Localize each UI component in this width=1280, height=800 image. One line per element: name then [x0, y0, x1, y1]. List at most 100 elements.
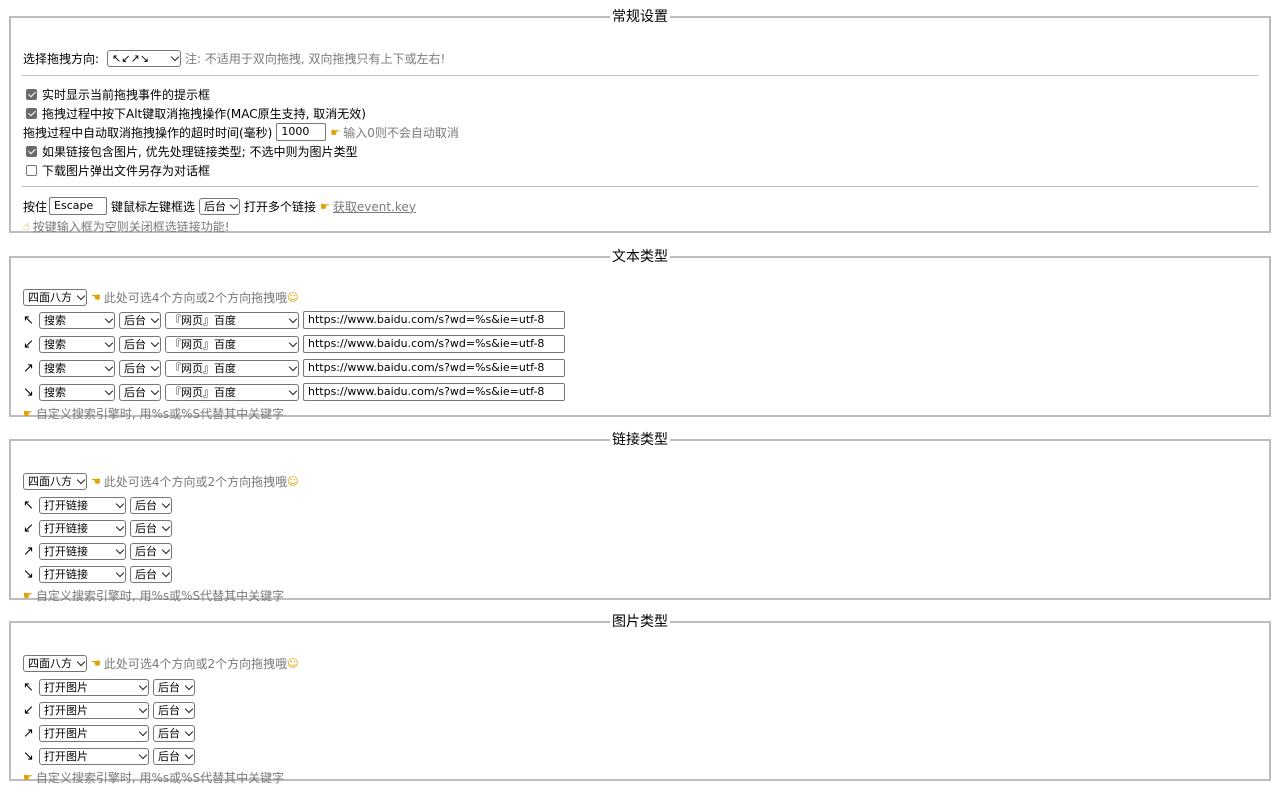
chevron-down-icon — [115, 568, 125, 577]
chevron-down-icon — [288, 362, 298, 371]
link-target-select[interactable]: 后台 — [130, 565, 172, 583]
opt-link-image-row[interactable]: 如果链接包含图片, 优先处理链接类型; 不选中则为图片类型 — [23, 142, 358, 160]
show-tip-label: 实时显示当前拖拽事件的提示框 — [42, 87, 211, 102]
text-mode-select[interactable]: 四面八方 — [23, 288, 87, 306]
hold-key-input[interactable]: Escape — [49, 197, 108, 215]
finger-up-icon: ☝ — [23, 219, 30, 233]
arrow-up-right-icon: ↗ — [23, 725, 34, 741]
pointing-hand-icon: ☚ — [91, 656, 101, 670]
link-mode-select[interactable]: 四面八方 — [23, 472, 87, 490]
image-action-select[interactable]: 打开图片 — [39, 701, 149, 719]
text-action-select[interactable]: 搜索 — [39, 335, 115, 353]
timeout-input[interactable]: 1000 — [276, 123, 327, 141]
hold-key-row: 按住 Escape 键鼠标左键框选 后台 打开多个链接 ☛ 获取event.ke… — [23, 197, 416, 215]
chevron-down-icon — [150, 314, 160, 323]
chevron-down-icon — [138, 727, 148, 736]
arrow-up-left-icon: ↖ — [23, 312, 34, 328]
text-row: ↗ 搜索 后台 『网页』百度 https://www.baidu.com/s?w… — [23, 359, 569, 377]
text-action-select[interactable]: 搜索 — [39, 359, 115, 377]
hold-note-row: ☝ 按键输入框为空则关闭框选链接功能! — [23, 217, 230, 235]
timeout-label: 拖拽过程中自动取消拖拽操作的超时时间(毫秒) — [23, 125, 273, 140]
text-engine-value: 『网页』百度 — [170, 337, 236, 351]
link-target-select[interactable]: 后台 — [130, 496, 172, 514]
text-target-value: 后台 — [124, 337, 146, 351]
text-action-value: 搜索 — [44, 337, 66, 351]
text-engine-select[interactable]: 『网页』百度 — [165, 383, 299, 401]
text-url-input[interactable]: https://www.baidu.com/s?wd=%s&ie=utf-8 — [303, 383, 565, 401]
link-footer-row: ☛ 自定义搜索引擎时, 用%s或%S代替其中关键字 — [23, 586, 284, 604]
pointing-hand-icon: ☚ — [91, 474, 101, 488]
direction-select[interactable]: ↖↙↗↘ — [107, 49, 182, 67]
text-action-value: 搜索 — [44, 313, 66, 327]
pointing-hand-icon: ☚ — [91, 290, 101, 304]
image-target-select[interactable]: 后台 — [153, 678, 195, 696]
chevron-down-icon — [184, 727, 194, 736]
link-target-select[interactable]: 后台 — [130, 542, 172, 560]
chevron-down-icon — [161, 522, 171, 531]
pointing-hand-icon: ☛ — [23, 588, 33, 602]
divider — [22, 75, 1258, 76]
show-tip-checkbox[interactable] — [26, 88, 37, 100]
text-url-input[interactable]: https://www.baidu.com/s?wd=%s&ie=utf-8 — [303, 311, 565, 329]
text-target-select[interactable]: 后台 — [119, 311, 161, 329]
text-target-value: 后台 — [124, 361, 146, 375]
hold-target-value: 后台 — [204, 199, 227, 213]
image-target-value: 后台 — [158, 749, 180, 763]
link-footer-note: 自定义搜索引擎时, 用%s或%S代替其中关键字 — [35, 588, 285, 603]
arrow-up-right-icon: ↗ — [23, 543, 34, 559]
image-type-legend: 图片类型 — [612, 614, 668, 630]
opt-download-dialog-row[interactable]: 下载图片弹出文件另存为对话框 — [23, 161, 210, 179]
image-target-select[interactable]: 后台 — [153, 724, 195, 742]
hold-target-select[interactable]: 后台 — [199, 197, 241, 215]
link-action-select[interactable]: 打开链接 — [39, 565, 126, 583]
text-row: ↙ 搜索 后台 『网页』百度 https://www.baidu.com/s?w… — [23, 335, 569, 353]
chevron-down-icon — [115, 499, 125, 508]
general-settings-section: 常规设置 选择拖拽方向: ↖↙↗↘ 注: 不适用于双向拖拽, 双向拖拽只有上下或… — [9, 9, 1271, 235]
get-event-key-link[interactable]: 获取event.key — [333, 198, 416, 215]
arrow-up-left-icon: ↖ — [23, 679, 34, 695]
chevron-down-icon — [150, 338, 160, 347]
text-engine-select[interactable]: 『网页』百度 — [165, 335, 299, 353]
text-target-select[interactable]: 后台 — [119, 335, 161, 353]
arrow-down-right-icon: ↘ — [23, 566, 34, 582]
text-mode-note: 此处可选4个方向或2个方向拖拽哦 — [103, 290, 288, 305]
link-action-select[interactable]: 打开链接 — [39, 496, 126, 514]
chevron-down-icon — [76, 475, 86, 484]
timeout-note: 输入0则不会自动取消 — [343, 125, 459, 140]
text-engine-select[interactable]: 『网页』百度 — [165, 359, 299, 377]
link-image-checkbox[interactable] — [26, 145, 37, 157]
link-target-value: 后台 — [135, 567, 157, 581]
link-action-select[interactable]: 打开链接 — [39, 542, 126, 560]
arrow-down-left-icon: ↙ — [23, 336, 34, 352]
image-mode-select[interactable]: 四面八方 — [23, 654, 87, 672]
link-target-value: 后台 — [135, 498, 157, 512]
text-target-select[interactable]: 后台 — [119, 359, 161, 377]
text-target-select[interactable]: 后台 — [119, 383, 161, 401]
chevron-down-icon — [170, 52, 180, 61]
image-action-value: 打开图片 — [44, 726, 88, 740]
link-action-select[interactable]: 打开链接 — [39, 519, 126, 537]
opt-alt-cancel-row[interactable]: 拖拽过程中按下Alt键取消拖拽操作(MAC原生支持, 取消无效) — [23, 104, 366, 122]
image-action-select[interactable]: 打开图片 — [39, 678, 149, 696]
link-mode-value: 四面八方 — [28, 474, 72, 488]
link-target-value: 后台 — [135, 521, 157, 535]
text-row: ↘ 搜索 后台 『网页』百度 https://www.baidu.com/s?w… — [23, 383, 569, 401]
image-target-select[interactable]: 后台 — [153, 701, 195, 719]
text-url-input[interactable]: https://www.baidu.com/s?wd=%s&ie=utf-8 — [303, 359, 565, 377]
opt-show-tip-row[interactable]: 实时显示当前拖拽事件的提示框 — [23, 85, 210, 103]
image-target-select[interactable]: 后台 — [153, 747, 195, 765]
link-type-legend: 链接类型 — [612, 432, 668, 448]
text-engine-select[interactable]: 『网页』百度 — [165, 311, 299, 329]
alt-cancel-checkbox[interactable] — [26, 107, 37, 119]
chevron-down-icon — [115, 522, 125, 531]
text-url-input[interactable]: https://www.baidu.com/s?wd=%s&ie=utf-8 — [303, 335, 565, 353]
image-type-section: 图片类型 四面八方 ☚ 此处可选4个方向或2个方向拖拽哦 ☺ ↖ 打开图片 后台… — [9, 614, 1271, 785]
link-target-select[interactable]: 后台 — [130, 519, 172, 537]
download-dialog-checkbox[interactable] — [26, 164, 37, 176]
text-action-select[interactable]: 搜索 — [39, 311, 115, 329]
hold-suffix-label: 打开多个链接 — [244, 199, 317, 214]
text-action-select[interactable]: 搜索 — [39, 383, 115, 401]
image-action-select[interactable]: 打开图片 — [39, 724, 149, 742]
smile-emoji-icon: ☺ — [287, 474, 299, 488]
image-action-select[interactable]: 打开图片 — [39, 747, 149, 765]
